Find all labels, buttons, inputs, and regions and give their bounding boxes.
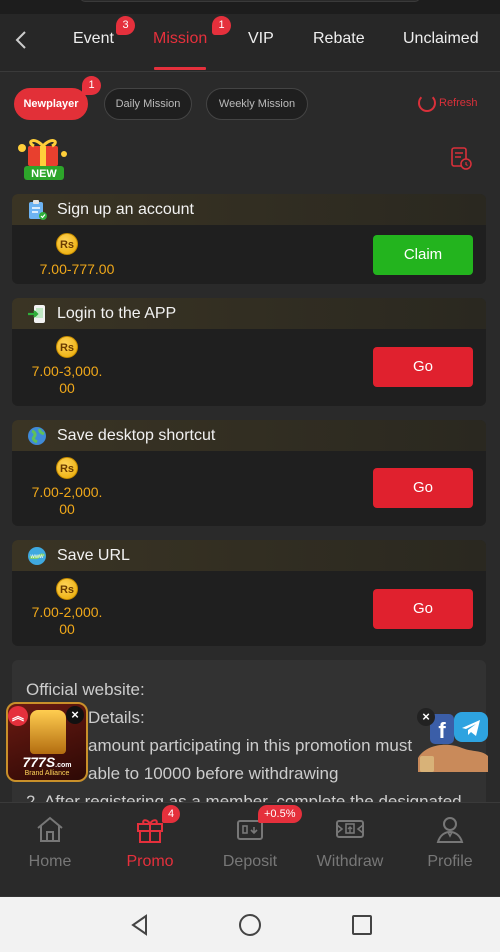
- chip-newplayer[interactable]: Newplayer: [14, 88, 88, 120]
- nav-profile[interactable]: Profile: [400, 803, 500, 897]
- task-header: Sign up an account: [12, 194, 486, 225]
- nav-label: Promo: [126, 853, 174, 870]
- bottom-navigation: Home Promo 4 Deposit +0.5% Withdraw Prof…: [0, 802, 500, 896]
- task-reward-line2: 00: [59, 621, 75, 637]
- rules-line: able to 10000 before withdrawing: [88, 764, 339, 783]
- rules-line: amount participating in this promotion m…: [88, 736, 413, 755]
- back-icon[interactable]: [10, 28, 34, 52]
- refresh-label: Refresh: [439, 97, 478, 109]
- notch: [80, 0, 420, 2]
- rupee-coin-icon: Rs: [56, 457, 78, 479]
- nav-label: Profile: [427, 853, 473, 870]
- home-icon: [34, 813, 66, 845]
- task-reward-line2: 00: [59, 501, 75, 517]
- task-reward-line1: 7.00-2,000.: [31, 484, 103, 500]
- chip-newplayer-badge: 1: [82, 76, 101, 95]
- tab-unclaimed[interactable]: Unclaimed: [403, 30, 479, 48]
- profile-icon: [434, 813, 466, 845]
- close-icon[interactable]: ×: [417, 708, 435, 726]
- task-reward: 7.00-777.00: [39, 261, 115, 277]
- floating-brand-subtitle: Brand Alliance: [24, 770, 70, 777]
- chip-daily-mission[interactable]: Daily Mission: [104, 88, 192, 120]
- go-button[interactable]: Go: [373, 589, 473, 629]
- task-title: Login to the APP: [57, 304, 177, 322]
- refresh-icon: [418, 94, 436, 112]
- system-navigation-bar: [0, 896, 500, 952]
- tab-mission[interactable]: Mission: [153, 30, 207, 48]
- rupee-coin-icon: Rs: [56, 336, 78, 358]
- nav-home[interactable]: Home: [0, 803, 100, 897]
- nav-label: Home: [28, 853, 72, 870]
- task-card-save-url: www Save URL Rs 7.00-2,000. 00 Go: [12, 540, 486, 646]
- task-card-signup: Sign up an account Rs 7.00-777.00 Claim: [12, 194, 486, 284]
- records-icon[interactable]: [450, 146, 472, 170]
- go-button[interactable]: Go: [373, 468, 473, 508]
- claim-button[interactable]: Claim: [373, 235, 473, 275]
- rules-line: 2. After registering as a member, comple…: [26, 792, 462, 802]
- task-title: Save URL: [57, 546, 130, 564]
- clipboard-icon: [26, 199, 48, 221]
- task-header: www Save URL: [12, 540, 486, 571]
- mission-content: Newplayer 1 Daily Mission Weekly Mission…: [0, 72, 500, 802]
- rules-line: Official website:: [26, 680, 145, 699]
- recent-apps-icon[interactable]: [350, 913, 374, 937]
- new-gift-icon: NEW: [14, 134, 72, 184]
- home-circle-icon[interactable]: [238, 913, 262, 937]
- task-reward-line1: 7.00-3,000.: [31, 363, 103, 379]
- withdraw-icon: [334, 813, 366, 845]
- new-badge-text: NEW: [31, 168, 57, 180]
- tab-event-badge: 3: [116, 16, 135, 35]
- nav-promo[interactable]: Promo: [100, 803, 200, 897]
- task-title: Sign up an account: [57, 200, 194, 218]
- back-triangle-icon[interactable]: [128, 913, 152, 937]
- chip-weekly-mission[interactable]: Weekly Mission: [206, 88, 308, 120]
- close-icon[interactable]: ×: [66, 706, 84, 724]
- active-tab-indicator: [154, 67, 206, 70]
- task-header: Save desktop shortcut: [12, 420, 486, 451]
- throne-icon: [30, 710, 66, 754]
- floating-brand-suffix: .com: [55, 762, 72, 769]
- refresh-button[interactable]: Refresh: [418, 94, 478, 112]
- nav-label: Withdraw: [316, 853, 384, 870]
- task-card-shortcut: Save desktop shortcut Rs 7.00-2,000. 00 …: [12, 420, 486, 526]
- svg-text:f: f: [438, 718, 446, 743]
- rules-line: Details:: [88, 708, 145, 727]
- globe-icon: [26, 425, 48, 447]
- task-header: Login to the APP: [12, 298, 486, 329]
- login-icon: [26, 303, 48, 325]
- www-icon: www: [26, 545, 48, 567]
- rupee-coin-icon: Rs: [56, 578, 78, 600]
- go-button[interactable]: Go: [373, 347, 473, 387]
- tab-vip[interactable]: VIP: [248, 30, 274, 48]
- nav-withdraw[interactable]: Withdraw: [300, 803, 400, 897]
- tab-event[interactable]: Event: [73, 30, 114, 48]
- tab-mission-badge: 1: [212, 16, 231, 35]
- task-title: Save desktop shortcut: [57, 426, 216, 444]
- task-card-login: Login to the APP Rs 7.00-3,000. 00 Go: [12, 298, 486, 406]
- nav-label: Deposit: [222, 853, 278, 870]
- svg-text:www: www: [30, 554, 45, 560]
- status-bar: [0, 0, 500, 14]
- floating-brand-name: 777S: [22, 754, 56, 770]
- task-reward-line1: 7.00-2,000.: [31, 604, 103, 620]
- task-reward-line2: 00: [59, 380, 75, 396]
- tab-rebate[interactable]: Rebate: [313, 30, 365, 48]
- nav-deposit-badge: +0.5%: [258, 805, 302, 823]
- rupee-coin-icon: Rs: [56, 233, 78, 255]
- collapse-up-icon[interactable]: ︽: [8, 706, 28, 726]
- nav-promo-badge: 4: [162, 805, 181, 823]
- top-tab-bar: Event 3 Mission 1 VIP Rebate Unclaimed: [0, 14, 500, 72]
